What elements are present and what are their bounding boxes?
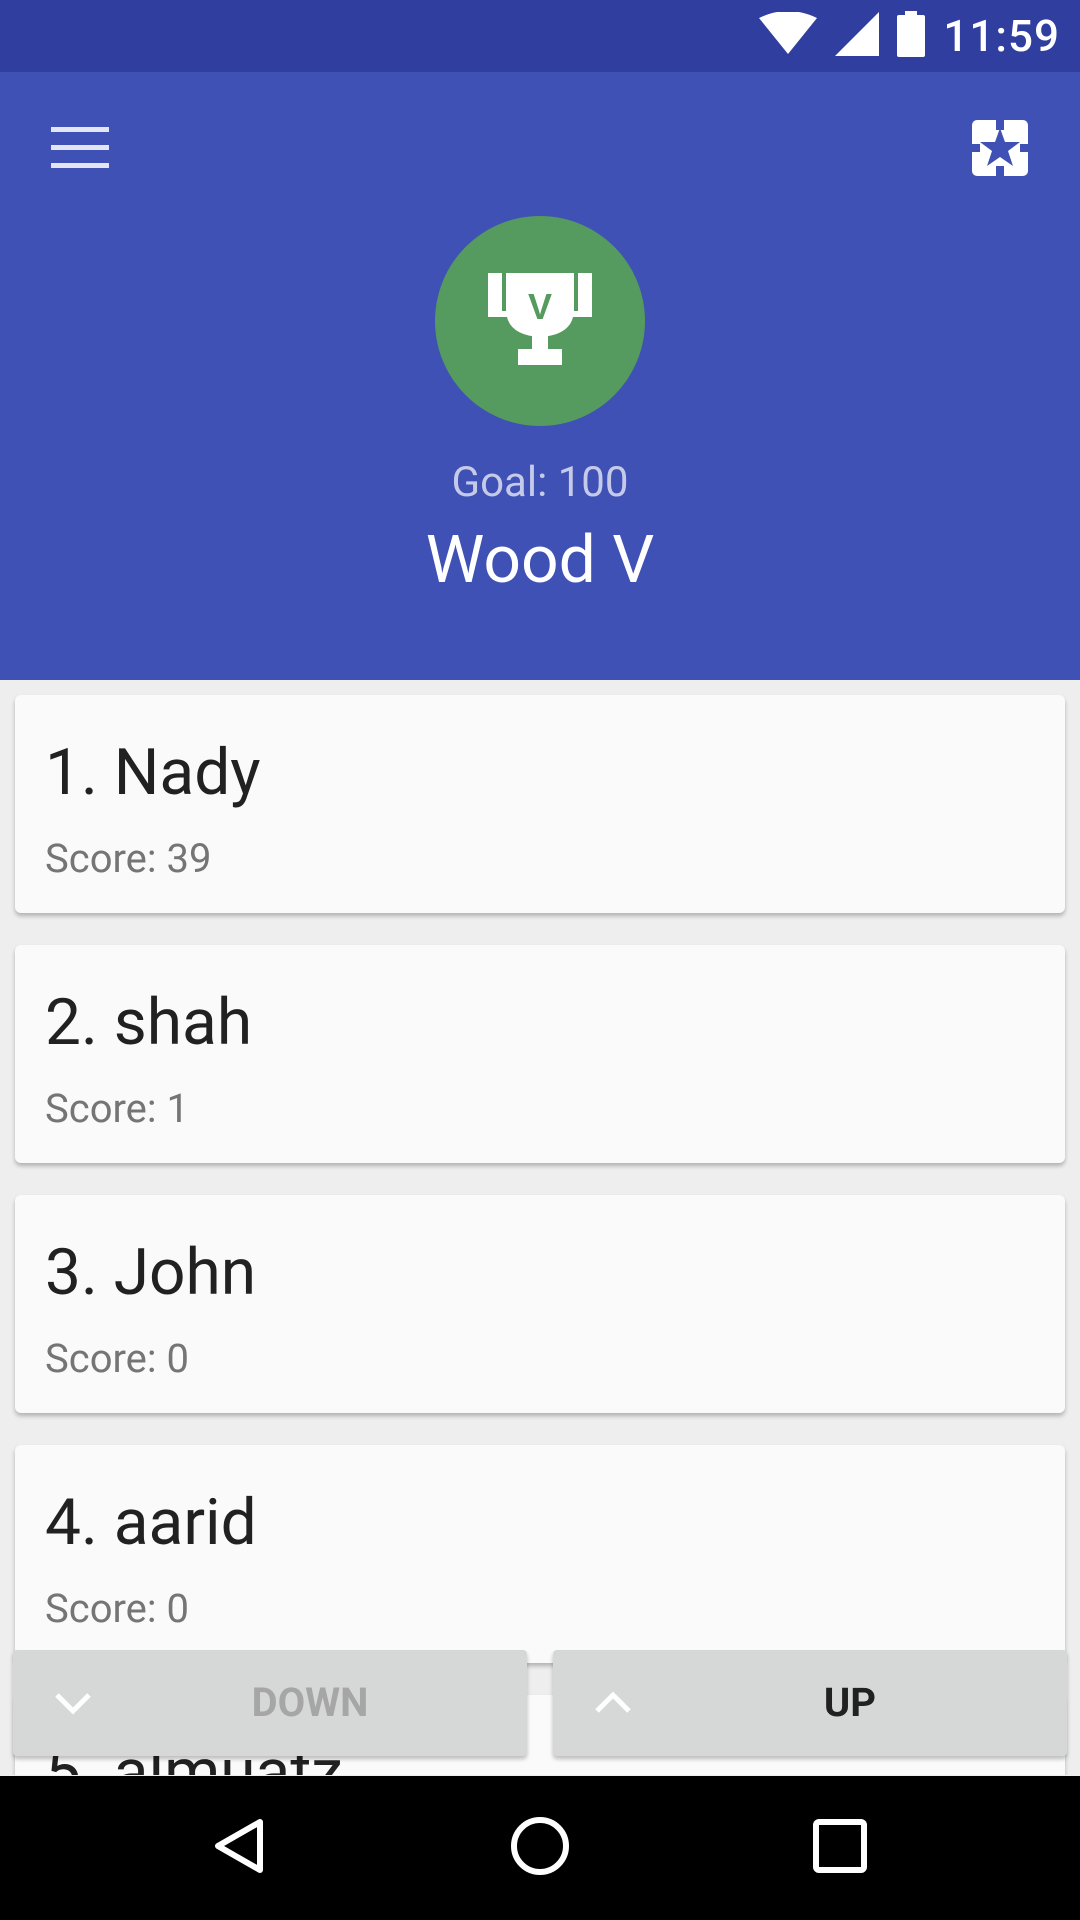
player-name: 2. shah bbox=[45, 985, 253, 1060]
up-button[interactable]: UP bbox=[553, 1650, 1067, 1756]
player-name: 3. John bbox=[45, 1235, 257, 1310]
back-button[interactable] bbox=[190, 1798, 290, 1898]
home-icon bbox=[510, 1816, 570, 1880]
player-score: Score: 39 bbox=[45, 835, 212, 882]
tournament-icon bbox=[972, 120, 1028, 180]
page-title: Wood V bbox=[425, 522, 655, 599]
list-item[interactable]: 3. John Score: 0 bbox=[15, 1195, 1065, 1413]
signal-icon bbox=[835, 12, 880, 60]
back-icon bbox=[210, 1816, 270, 1880]
player-name: 1. Nady bbox=[45, 735, 261, 810]
level-badge: V bbox=[435, 216, 645, 426]
player-name: 4. aarid bbox=[45, 1485, 257, 1560]
wifi-icon bbox=[759, 11, 818, 60]
player-list: 1. Nady Score: 39 2. shah Score: 1 3. Jo… bbox=[0, 680, 1080, 1775]
menu-button[interactable] bbox=[40, 110, 120, 190]
home-button[interactable] bbox=[490, 1798, 590, 1898]
player-score: Score: 0 bbox=[45, 1335, 189, 1382]
down-button-label: DOWN bbox=[251, 1679, 369, 1726]
player-score: Score: 1 bbox=[45, 1085, 189, 1132]
system-nav-bar bbox=[0, 1776, 1080, 1920]
goal-text: Goal: 100 bbox=[451, 458, 629, 507]
list-item[interactable]: 2. shah Score: 1 bbox=[15, 945, 1065, 1163]
battery-icon bbox=[897, 11, 926, 61]
trophy-icon: V bbox=[488, 267, 592, 375]
status-time: 11:59 bbox=[943, 10, 1060, 62]
list-item[interactable]: 1. Nady Score: 39 bbox=[15, 695, 1065, 913]
menu-icon bbox=[51, 127, 109, 173]
status-bar: 11:59 bbox=[0, 0, 1080, 72]
app-header: V Goal: 100 Wood V bbox=[0, 72, 1080, 680]
down-button[interactable]: DOWN bbox=[13, 1650, 527, 1756]
badge-letter: V bbox=[528, 286, 552, 327]
recents-icon bbox=[812, 1818, 868, 1878]
list-item[interactable]: 4. aarid Score: 0 bbox=[15, 1445, 1065, 1663]
tournament-button[interactable] bbox=[960, 110, 1040, 190]
player-score: Score: 0 bbox=[45, 1585, 189, 1632]
recents-button[interactable] bbox=[790, 1798, 890, 1898]
up-button-label: UP bbox=[823, 1679, 877, 1726]
